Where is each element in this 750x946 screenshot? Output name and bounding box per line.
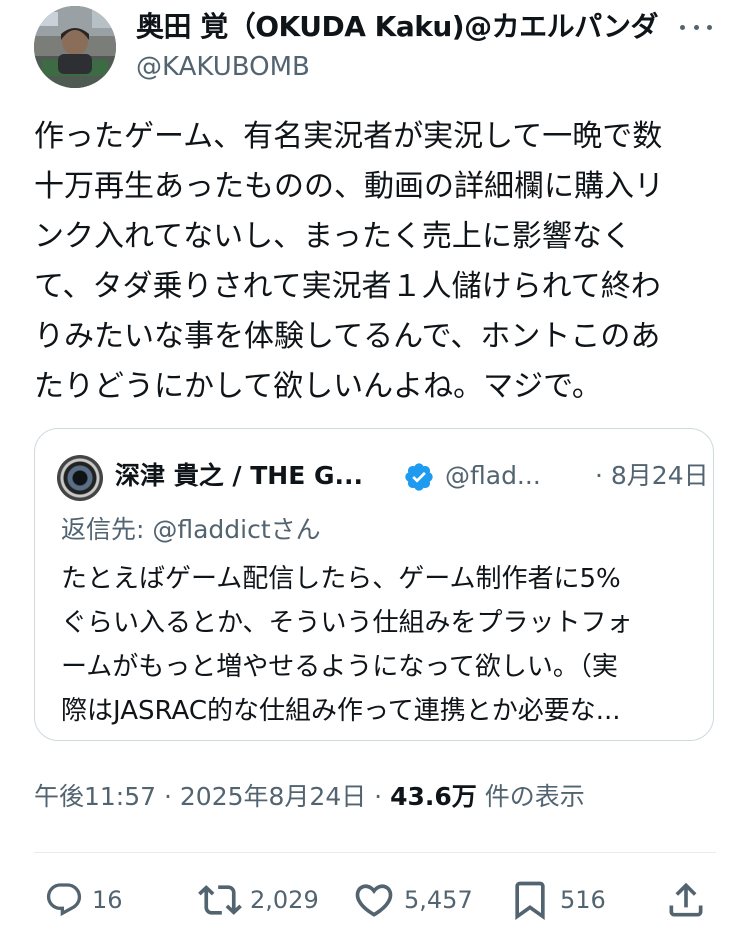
- tweet-date[interactable]: 2025年8月24日: [180, 782, 366, 811]
- share-button[interactable]: [664, 878, 708, 922]
- tweet-text: 作ったゲーム、有名実況者が実況して一晩で数 十万再生あったものの、動画の詳細欄に…: [34, 112, 724, 412]
- meta-separator: ·: [156, 782, 180, 811]
- tweet-text-line: りみたいな事を体験してるんで、ホントこのあ: [34, 319, 661, 354]
- views-label: 件の表示: [476, 782, 585, 811]
- divider: [34, 852, 716, 853]
- bookmark-icon: [515, 881, 545, 921]
- tweet-time[interactable]: 午後11:57: [34, 782, 156, 811]
- repost-icon: [198, 885, 242, 915]
- quoted-tweet-text: たとえばゲーム配信したら、ゲーム制作者に5% ぐらい入るとか、そういう仕組みをプ…: [61, 557, 701, 733]
- views-count[interactable]: 43.6万: [390, 782, 477, 811]
- tweet-meta: 午後11:57 · 2025年8月24日 · 43.6万 件の表示: [34, 780, 585, 814]
- more-options-icon[interactable]: [676, 16, 716, 38]
- reply-count: 16: [92, 886, 123, 914]
- quoted-author-handle: @flad...: [445, 461, 541, 490]
- bookmark-button[interactable]: 516: [508, 878, 606, 922]
- avatar-photo-image: [34, 6, 116, 88]
- quoted-text-line: ぐらい入るとか、そういう仕組みをプラットフォ: [61, 608, 633, 638]
- tweet-text-line: たりどうにかして欲しいんよね。マジで。: [34, 369, 602, 404]
- heart-icon: [355, 884, 393, 917]
- reply-button[interactable]: 16: [44, 878, 123, 922]
- quoted-text-line: 際はJASRAC的な仕組み作って連携とか必要な...: [61, 696, 621, 726]
- like-count: 5,457: [404, 886, 473, 914]
- quoted-text-line: ームがもっと増やせるようになって欲しい。（実: [61, 652, 618, 682]
- quoted-author-name: 深津 貴之 / THE G...: [115, 461, 364, 490]
- author-avatar[interactable]: [34, 6, 116, 88]
- author-display-name[interactable]: 奥田 覚（OKUDA Kaku)@カエルパンダ: [136, 10, 659, 44]
- quoted-text-line: たとえばゲーム配信したら、ゲーム制作者に5%: [61, 564, 621, 594]
- repost-count: 2,029: [250, 886, 319, 914]
- reply-icon: [46, 883, 82, 917]
- bookmark-count: 516: [560, 886, 606, 914]
- reply-to-label: 返信先: @fladdictさん: [61, 515, 321, 544]
- repost-button[interactable]: 2,029: [198, 878, 319, 922]
- tweet-text-line: 作ったゲーム、有名実況者が実況して一晩で数: [34, 119, 663, 154]
- tweet-text-line: て、タダ乗りされて実況者１人儲けられて終わ: [34, 269, 661, 304]
- like-button[interactable]: 5,457: [352, 878, 473, 922]
- quoted-tweet-date: · 8月24日: [595, 461, 709, 490]
- tweet-text-line: 十万再生あったものの、動画の詳細欄に購入リ: [34, 169, 664, 204]
- share-icon: [669, 882, 703, 917]
- author-handle[interactable]: @KAKUBOMB: [136, 50, 310, 84]
- meta-separator: ·: [366, 782, 391, 811]
- verified-badge-icon: [405, 463, 433, 491]
- quoted-tweet-card[interactable]: 深津 貴之 / THE G... @flad... · 8月24日 返信先: @…: [34, 428, 714, 741]
- tweet-text-line: ンク入れてないし、まったく売上に影響なく: [34, 219, 632, 254]
- quoted-author-avatar: [57, 455, 103, 501]
